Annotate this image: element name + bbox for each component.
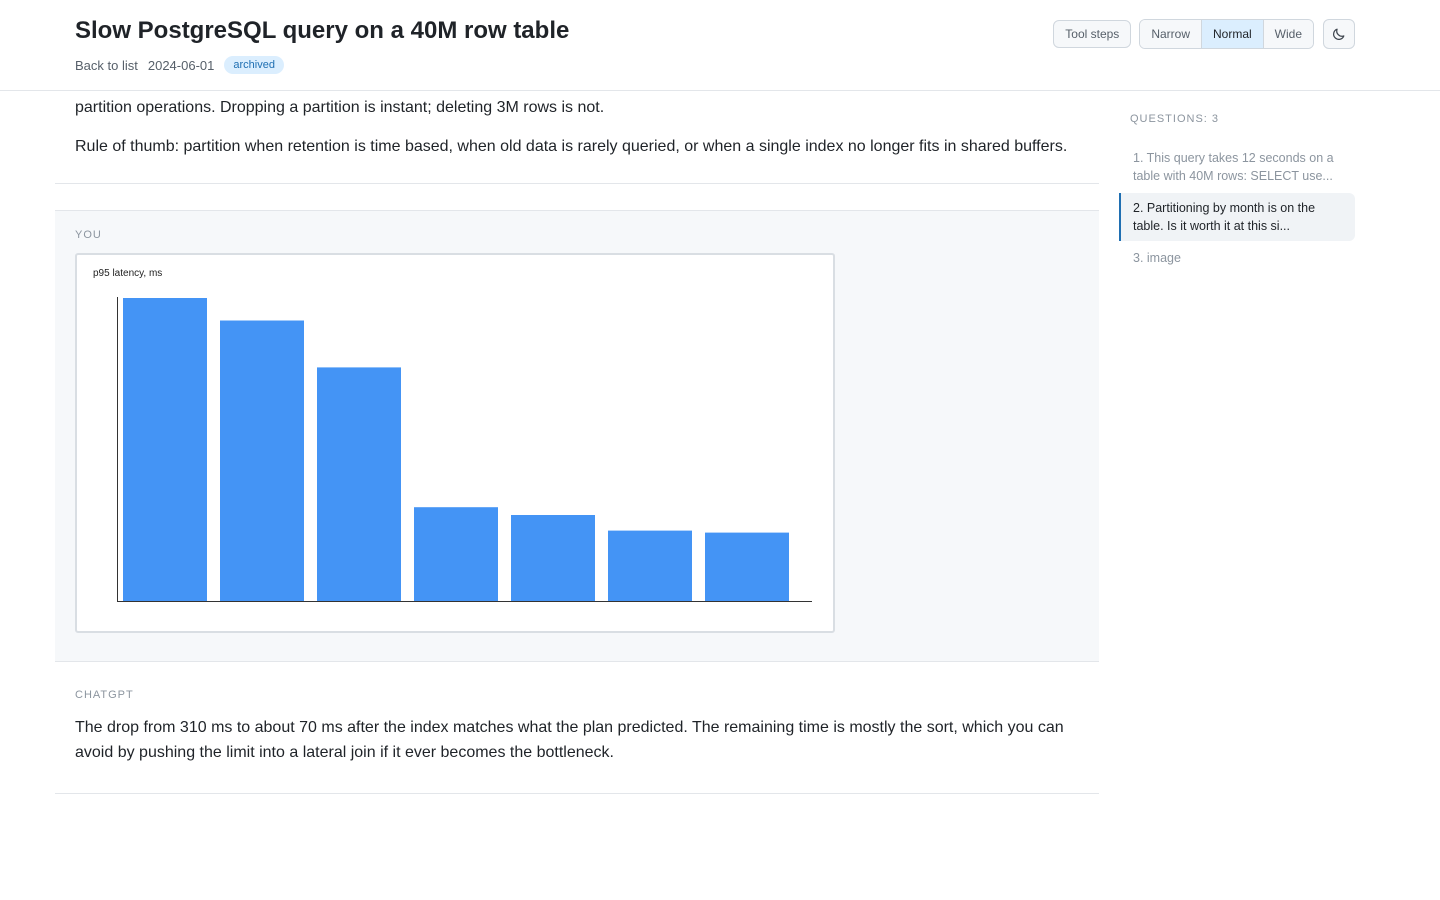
back-to-list-link[interactable]: Back to list <box>75 58 138 73</box>
page-header: Slow PostgreSQL query on a 40M row table… <box>0 0 1440 91</box>
assistant-message: partition operations. Dropping a partiti… <box>55 91 1099 184</box>
message-paragraph: Rule of thumb: partition when retention … <box>75 138 1068 155</box>
question-item[interactable]: 3. image <box>1119 243 1355 273</box>
questions-count: Questions: 3 <box>1130 113 1220 125</box>
chart-bar <box>317 367 401 601</box>
chart-bar <box>608 530 692 601</box>
conversation-meta: Back to list 2024-06-01 archived <box>75 56 284 74</box>
width-option-wide[interactable]: Wide <box>1263 20 1313 48</box>
message-text: The drop from 310 ms to about 70 ms afte… <box>75 719 1064 761</box>
bars <box>123 298 789 601</box>
status-badge: archived <box>224 56 284 74</box>
conversation-date: 2024-06-01 <box>147 57 215 73</box>
tool-steps-button[interactable]: Tool steps <box>1053 20 1132 48</box>
page-title: Slow PostgreSQL query on a 40M row table <box>75 17 570 44</box>
chart-bar <box>511 515 595 601</box>
message-role-label: ChatGPT <box>75 689 134 701</box>
assistant-message: ChatGPT The drop from 310 ms to about 70… <box>55 662 1099 794</box>
questions-sidebar: Questions: 3 1. This query takes 12 seco… <box>1119 113 1355 273</box>
bar-chart: p95 latency, ms <box>93 268 812 602</box>
moon-icon <box>1333 28 1345 40</box>
message-role-label: You <box>75 229 102 241</box>
user-message: You p95 latency, ms <box>55 210 1099 662</box>
chart-image: p95 latency, ms <box>75 253 835 633</box>
chart-title: p95 latency, ms <box>93 268 162 279</box>
question-item-active[interactable]: 2. Partitioning by month is on the table… <box>1119 193 1355 241</box>
chart-bar <box>414 507 498 601</box>
chart-bar <box>123 298 207 601</box>
question-item[interactable]: 1. This query takes 12 seconds on a tabl… <box>1119 143 1355 191</box>
chart-bar <box>705 532 789 601</box>
width-option-normal[interactable]: Normal <box>1201 20 1264 48</box>
chart-bar <box>220 320 304 601</box>
questions-list: 1. This query takes 12 seconds on a tabl… <box>1119 143 1355 273</box>
view-controls: Tool steps Narrow Normal Wide <box>1053 19 1355 49</box>
message-paragraph: partition operations. Dropping a partiti… <box>75 99 605 116</box>
width-option-narrow[interactable]: Narrow <box>1140 20 1202 48</box>
conversation: partition operations. Dropping a partiti… <box>55 91 1099 794</box>
theme-toggle-button[interactable] <box>1323 19 1355 49</box>
width-toggle: Narrow Normal Wide <box>1139 19 1314 49</box>
